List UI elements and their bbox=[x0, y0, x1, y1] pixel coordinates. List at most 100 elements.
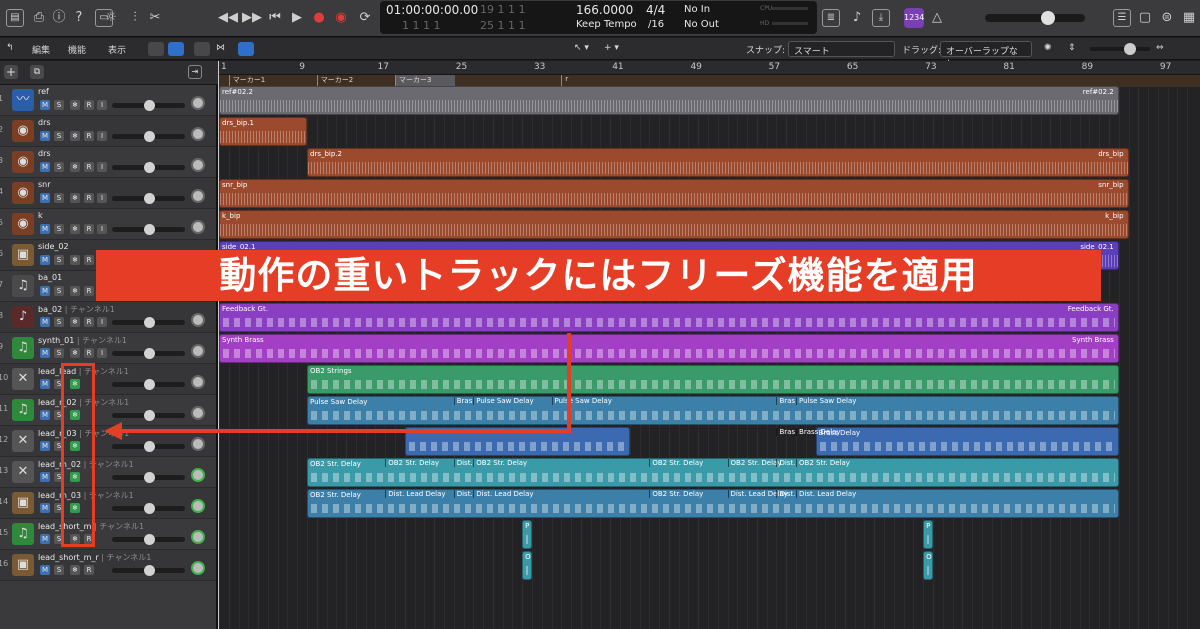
midi-region[interactable]: Brass Delay bbox=[815, 427, 1119, 456]
freeze-button[interactable]: ❄ bbox=[70, 255, 80, 265]
keyboard-stand-icon[interactable]: ✕ bbox=[12, 368, 34, 390]
solo-button[interactable]: S bbox=[54, 224, 64, 234]
mute-button[interactable]: M bbox=[40, 255, 50, 265]
record-enable-button[interactable]: R bbox=[84, 100, 94, 110]
mute-button[interactable]: M bbox=[40, 286, 50, 296]
cycle-icon[interactable]: ⟳ bbox=[356, 9, 374, 27]
midi-region[interactable]: O bbox=[923, 551, 933, 580]
keyboard-stand-icon[interactable]: ✕ bbox=[12, 430, 34, 452]
library-icon[interactable]: ▤ bbox=[6, 9, 24, 27]
solo-button[interactable]: S bbox=[54, 193, 64, 203]
volume-knob[interactable] bbox=[144, 565, 155, 576]
mute-button[interactable]: M bbox=[40, 503, 50, 513]
midi-region[interactable]: O bbox=[522, 551, 532, 580]
help-icon[interactable]: ? bbox=[70, 9, 88, 27]
midi-region[interactable]: Pulse Saw Delay bbox=[307, 396, 1119, 425]
track-row[interactable]: 4 ◉ snr M S ❄ R I bbox=[0, 178, 216, 209]
mute-button[interactable]: M bbox=[40, 224, 50, 234]
volume-slider[interactable] bbox=[112, 379, 185, 390]
freeze-button[interactable]: ❄ bbox=[70, 286, 80, 296]
volume-knob[interactable] bbox=[144, 131, 155, 142]
freeze-button[interactable]: ❄ bbox=[70, 565, 80, 575]
midi-region[interactable] bbox=[404, 427, 630, 456]
pan-knob[interactable] bbox=[191, 530, 205, 544]
crosshair-tool-icon[interactable]: + ▾ bbox=[604, 43, 619, 53]
volume-slider[interactable] bbox=[112, 503, 185, 514]
guitar-icon[interactable]: ♪ bbox=[12, 306, 34, 328]
info-icon[interactable]: ⓘ bbox=[50, 9, 68, 27]
pan-knob[interactable] bbox=[191, 96, 205, 110]
volume-slider[interactable] bbox=[112, 100, 185, 111]
volume-knob[interactable] bbox=[144, 441, 155, 452]
volume-slider[interactable] bbox=[112, 162, 185, 173]
note-icon[interactable]: ♫ bbox=[12, 523, 34, 545]
volume-knob[interactable] bbox=[144, 193, 155, 204]
volume-slider[interactable] bbox=[112, 317, 185, 328]
metronome-icon[interactable]: △ bbox=[928, 9, 946, 27]
solo-button[interactable]: S bbox=[54, 131, 64, 141]
track-row[interactable]: 15 ♫ lead_short_m | チャンネル1 M S ❄ R bbox=[0, 519, 216, 550]
grid-view-button[interactable] bbox=[148, 42, 164, 56]
notes-icon[interactable]: ☰ bbox=[1113, 9, 1131, 27]
drum-icon[interactable]: ◉ bbox=[12, 120, 34, 142]
master-volume-knob[interactable] bbox=[1041, 11, 1055, 25]
track-name[interactable]: k bbox=[38, 211, 43, 220]
freeze-button[interactable]: ❄ bbox=[70, 162, 80, 172]
pan-knob[interactable] bbox=[191, 437, 205, 451]
record-enable-button[interactable]: R bbox=[84, 224, 94, 234]
pan-knob[interactable] bbox=[191, 344, 205, 358]
count-in-badge[interactable]: 1234 bbox=[904, 8, 924, 28]
record-enable-button[interactable]: R bbox=[84, 193, 94, 203]
pan-knob[interactable] bbox=[191, 189, 205, 203]
duplicate-track-icon[interactable]: ⧉ bbox=[30, 65, 44, 79]
input-monitor-button[interactable]: I bbox=[97, 162, 107, 172]
mute-button[interactable]: M bbox=[40, 348, 50, 358]
pan-knob[interactable] bbox=[191, 158, 205, 172]
mute-button[interactable]: M bbox=[40, 131, 50, 141]
tuner-icon[interactable]: ♪ bbox=[848, 9, 866, 27]
volume-knob[interactable] bbox=[144, 410, 155, 421]
volume-knob[interactable] bbox=[144, 162, 155, 173]
volume-knob[interactable] bbox=[144, 534, 155, 545]
drum-icon[interactable]: ◉ bbox=[12, 182, 34, 204]
volume-knob[interactable] bbox=[144, 348, 155, 359]
record-enable-button[interactable]: R bbox=[84, 286, 94, 296]
volume-slider[interactable] bbox=[112, 193, 185, 204]
rewind-icon[interactable]: ◀◀ bbox=[218, 9, 238, 27]
volume-slider[interactable] bbox=[112, 131, 185, 142]
audio-region[interactable]: ref#02.2 ref#02.2 bbox=[219, 86, 1119, 115]
mute-button[interactable]: M bbox=[40, 410, 50, 420]
track-row[interactable]: 9 ♫ synth_01 | チャンネル1 M S ❄ R I bbox=[0, 333, 216, 364]
solo-button[interactable]: S bbox=[54, 162, 64, 172]
pan-knob[interactable] bbox=[191, 468, 205, 482]
catch-button[interactable] bbox=[238, 42, 254, 56]
play-icon[interactable]: ▶ bbox=[288, 9, 306, 27]
mixer-icon[interactable]: ⫶ bbox=[126, 9, 144, 27]
drum-icon[interactable]: ◉ bbox=[12, 151, 34, 173]
flex-icon[interactable]: ⋈ bbox=[216, 43, 225, 53]
solo-button[interactable]: S bbox=[54, 348, 64, 358]
track-name[interactable]: snr bbox=[38, 180, 51, 189]
freeze-button[interactable]: ❄ bbox=[70, 224, 80, 234]
input-monitor-button[interactable]: I bbox=[97, 131, 107, 141]
back-icon[interactable]: ↰ bbox=[6, 43, 14, 53]
drum-icon[interactable]: ◉ bbox=[12, 213, 34, 235]
input-monitor-button[interactable]: I bbox=[97, 224, 107, 234]
track-name[interactable]: ref bbox=[38, 87, 49, 96]
view-menu[interactable]: 表示 bbox=[108, 43, 126, 56]
input-monitor-button[interactable]: I bbox=[97, 100, 107, 110]
master-volume-slider[interactable] bbox=[985, 11, 1085, 25]
solo-button[interactable]: S bbox=[54, 317, 64, 327]
track-name[interactable]: drs bbox=[38, 149, 51, 158]
mute-button[interactable]: M bbox=[40, 379, 50, 389]
record-enable-button[interactable]: R bbox=[84, 255, 94, 265]
ruler[interactable]: 1 9 17 25 33 41 49 57 65 73 81 89 97 bbox=[218, 61, 1200, 75]
track-name[interactable]: side_02 bbox=[38, 242, 69, 251]
solo-button[interactable]: S bbox=[54, 565, 64, 575]
midi-region[interactable]: P bbox=[923, 520, 933, 549]
list-view-button[interactable] bbox=[168, 42, 184, 56]
solo-button[interactable]: S bbox=[54, 100, 64, 110]
volume-slider[interactable] bbox=[112, 565, 185, 576]
bass-icon[interactable]: ♫ bbox=[12, 275, 34, 297]
midi-region[interactable]: OB2 Strings bbox=[307, 365, 1119, 394]
